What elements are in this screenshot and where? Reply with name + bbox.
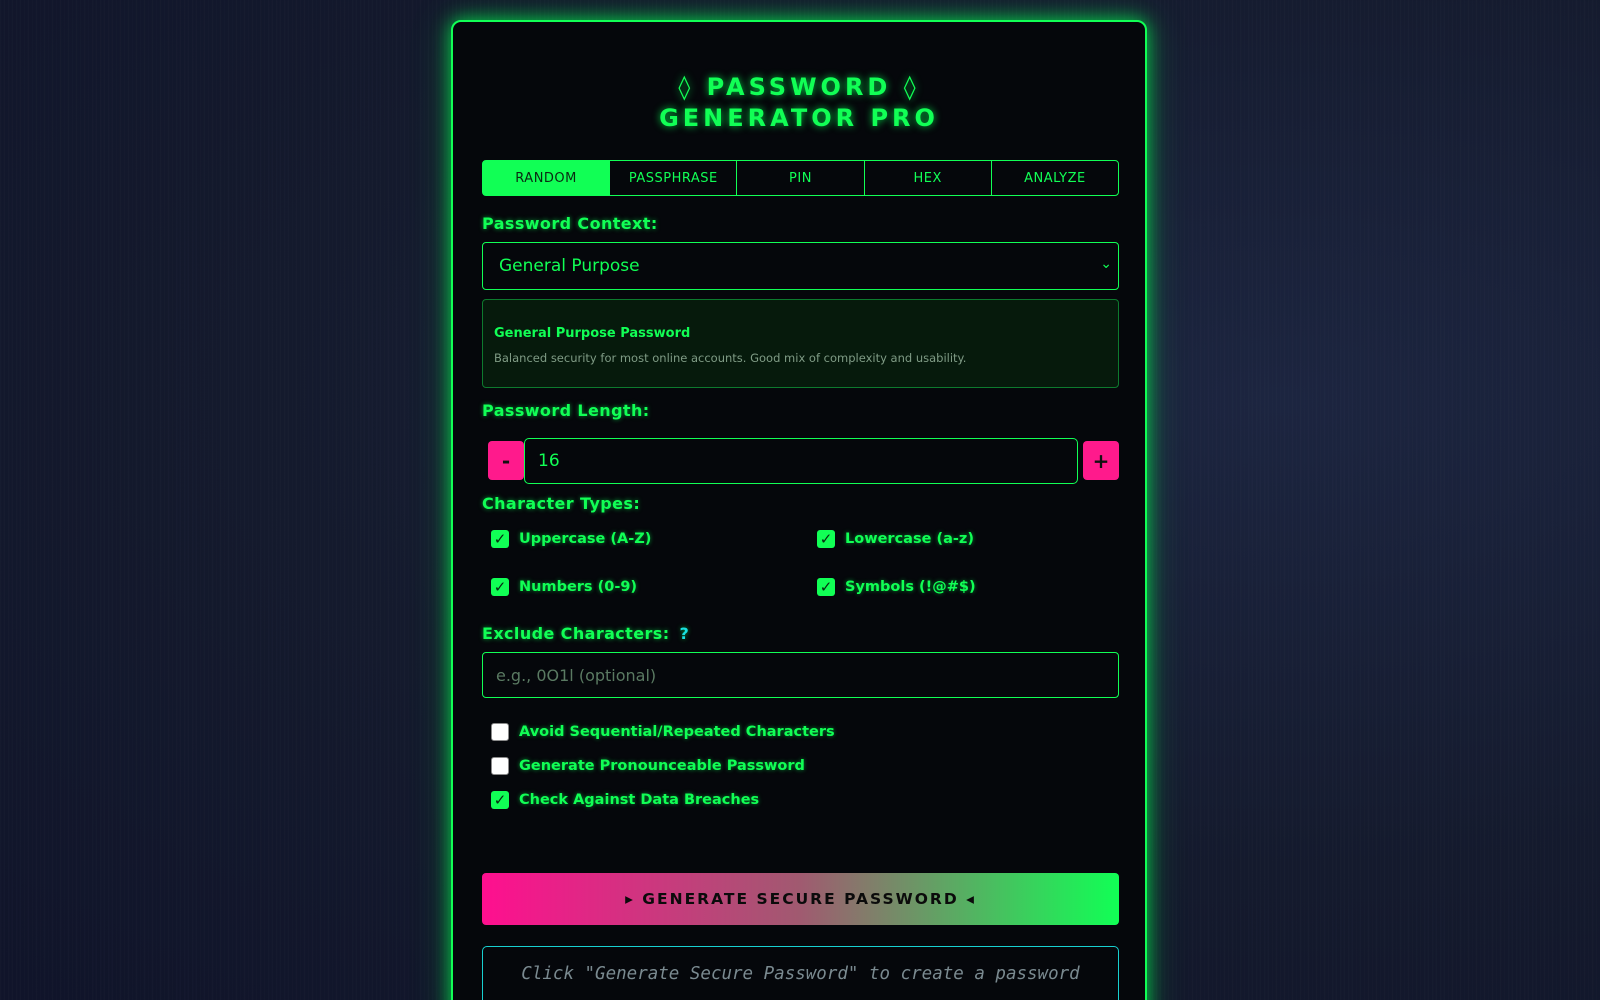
app-title-line2: GENERATOR PRO [659,104,939,132]
lowercase-option[interactable]: ✓ Lowercase (a-z) [817,530,974,548]
exclude-placeholder: e.g., 0O1l (optional) [496,665,657,685]
mode-tabs: RANDOM PASSPHRASE PIN HEX ANALYZE [482,160,1120,196]
exclude-characters-input[interactable]: e.g., 0O1l (optional) [482,652,1119,698]
context-label: Password Context: [482,214,658,233]
tab-hex[interactable]: HEX [863,160,992,196]
symbols-checkbox[interactable]: ✓ [817,578,835,596]
context-select[interactable]: General Purpose ⌄ [482,242,1119,290]
app-title: ◊ PASSWORD ◊ GENERATOR PRO [453,72,1145,134]
help-icon[interactable]: ? [680,624,690,643]
lowercase-checkbox[interactable]: ✓ [817,530,835,548]
avoid-sequential-option[interactable]: Avoid Sequential/Repeated Characters [491,723,835,741]
tab-passphrase[interactable]: PASSPHRASE [609,160,738,196]
pronounceable-option[interactable]: Generate Pronounceable Password [491,757,805,775]
generator-panel: ◊ PASSWORD ◊ GENERATOR PRO RANDOM PASSPH… [451,20,1147,1000]
tab-analyze[interactable]: ANALYZE [990,160,1120,196]
context-info-box: General Purpose Password Balanced securi… [482,299,1119,388]
length-decrease-button[interactable]: - [488,441,524,480]
context-select-value: General Purpose [499,256,640,276]
uppercase-label: Uppercase (A-Z) [519,531,652,547]
tab-pin[interactable]: PIN [736,160,865,196]
length-label: Password Length: [482,401,650,420]
numbers-label: Numbers (0-9) [519,579,638,595]
avoid-sequential-checkbox[interactable] [491,723,509,741]
breach-check-label: Check Against Data Breaches [519,792,760,808]
context-info-description: Balanced security for most online accoun… [494,351,967,365]
character-types-label: Character Types: [482,494,641,513]
tab-random[interactable]: RANDOM [482,160,611,196]
password-output[interactable]: Click "Generate Secure Password" to crea… [482,946,1119,1000]
length-input[interactable]: 16 [524,438,1078,484]
uppercase-checkbox[interactable]: ✓ [491,530,509,548]
exclude-label: Exclude Characters:? [482,624,689,643]
pronounceable-checkbox[interactable] [491,757,509,775]
exclude-label-text: Exclude Characters: [482,624,670,643]
pronounceable-label: Generate Pronounceable Password [519,758,805,774]
length-increase-button[interactable]: + [1083,441,1119,480]
breach-check-checkbox[interactable]: ✓ [491,791,509,809]
numbers-option[interactable]: ✓ Numbers (0-9) [491,578,637,596]
app-title-line1: ◊ PASSWORD ◊ [678,73,920,101]
breach-check-option[interactable]: ✓ Check Against Data Breaches [491,791,759,809]
symbols-option[interactable]: ✓ Symbols (!@#$) [817,578,976,596]
chevron-down-icon: ⌄ [1100,256,1112,272]
numbers-checkbox[interactable]: ✓ [491,578,509,596]
lowercase-label: Lowercase (a-z) [845,531,974,547]
symbols-label: Symbols (!@#$) [845,579,976,595]
uppercase-option[interactable]: ✓ Uppercase (A-Z) [491,530,651,548]
avoid-sequential-label: Avoid Sequential/Repeated Characters [519,724,835,740]
generate-password-button[interactable]: ▸ GENERATE SECURE PASSWORD ◂ [482,873,1119,925]
length-value: 16 [538,451,560,471]
context-info-title: General Purpose Password [494,326,691,341]
